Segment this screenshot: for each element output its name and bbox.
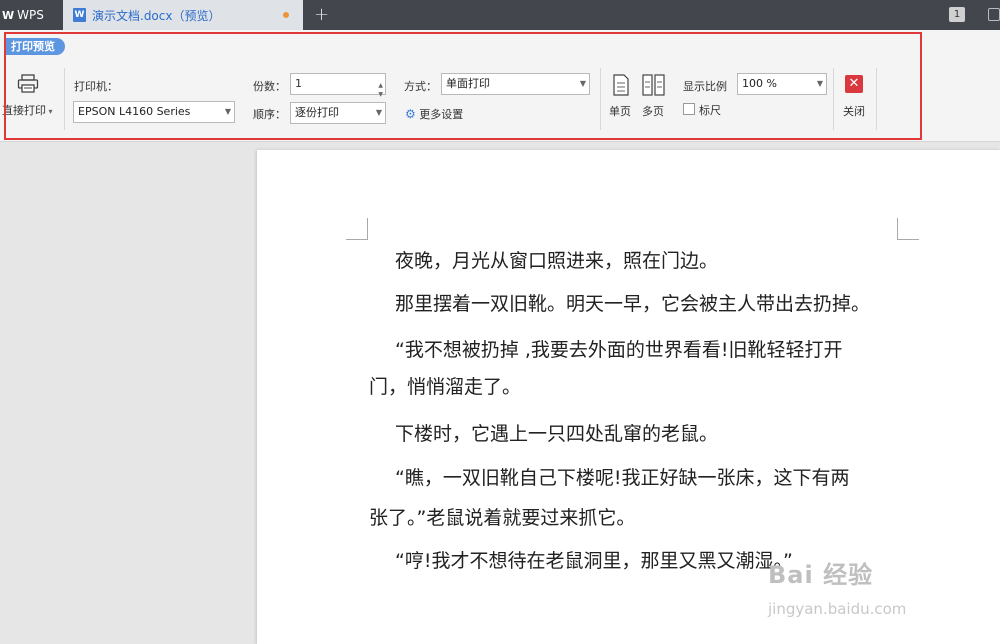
zoom-select[interactable]: 100 % ▼ [737, 73, 827, 95]
ruler-checkbox[interactable] [683, 103, 695, 115]
separator [64, 68, 65, 130]
direct-print-label: 直接打印 [2, 104, 46, 117]
chevron-down-icon: ▼ [579, 79, 586, 88]
printer-value: EPSON L4160 Series [78, 105, 191, 118]
window-count-badge[interactable]: 1 [949, 7, 965, 22]
document-paragraph: 那里摆着一双旧靴。明天一早，它会被主人带出去扔掉。 [395, 293, 871, 315]
printer-label: 打印机： [74, 80, 118, 93]
settings-gear-icon: ⚙ [405, 107, 416, 121]
chevron-down-icon: ▼ [224, 107, 231, 116]
document-paragraph: 门，悄悄溜走了。 [369, 376, 522, 398]
print-preview-label: 打印预览 [5, 38, 65, 55]
copies-stepper[interactable]: 1 ▲ ▼ [290, 73, 386, 98]
separator [876, 68, 877, 130]
method-value: 单面打印 [446, 77, 490, 90]
multi-page-icon[interactable] [642, 74, 666, 99]
multi-page-button[interactable]: 多页 [642, 103, 664, 119]
method-select[interactable]: 单面打印 ▼ [441, 73, 590, 95]
wps-app-tab[interactable]: W WPS [0, 0, 62, 30]
document-paragraph: “瞧，一双旧靴自己下楼呢!我正好缺一张床，这下有两 [395, 467, 850, 489]
order-select[interactable]: 逐份打印 ▼ [290, 102, 386, 124]
baidu-watermark: Bai 经验 [768, 561, 874, 589]
single-page-button[interactable]: 单页 [609, 103, 631, 119]
more-settings-label: 更多设置 [419, 108, 464, 121]
chevron-down-icon: ▼ [375, 108, 382, 117]
unsaved-dot-icon [283, 12, 289, 18]
margin-marker-right [897, 218, 919, 240]
copies-value: 1 [295, 77, 302, 90]
word-doc-icon: W [73, 8, 86, 22]
margin-marker-left [346, 218, 368, 240]
single-page-icon[interactable] [612, 74, 630, 99]
document-tab-title: 演示文档.docx（预览） [92, 8, 221, 23]
document-paragraph: 夜晚，月光从窗口照进来，照在门边。 [395, 250, 719, 272]
chevron-down-icon: ▾ [46, 107, 53, 116]
printer-icon[interactable] [17, 74, 39, 97]
document-paragraph: 张了。”老鼠说着就要过来抓它。 [369, 507, 636, 529]
order-label: 顺序： [253, 108, 286, 121]
wps-app-name: WPS [17, 8, 44, 22]
method-label: 方式： [404, 80, 437, 93]
separator [833, 68, 834, 130]
document-paragraph: “我不想被扔掉 ,我要去外面的世界看看!旧靴轻轻打开 [395, 339, 843, 361]
printer-select[interactable]: EPSON L4160 Series ▼ [73, 101, 235, 123]
zoom-label: 显示比例 [683, 80, 727, 93]
close-button[interactable]: 关闭 [843, 103, 865, 119]
copies-label: 份数： [253, 80, 286, 93]
order-value: 逐份打印 [295, 106, 339, 119]
direct-print-button[interactable]: 直接打印 ▾ [2, 102, 53, 118]
chevron-down-icon: ▼ [816, 79, 823, 88]
ruler-label: 标尺 [699, 104, 721, 117]
more-settings-button[interactable]: ⚙ 更多设置 [405, 106, 463, 122]
document-tab[interactable]: W 演示文档.docx（预览） [63, 0, 303, 30]
title-bar: W WPS W 演示文档.docx（预览） + 1 [0, 0, 1000, 30]
skin-icon[interactable] [988, 8, 1000, 21]
zoom-value: 100 % [742, 77, 777, 90]
watermark-url: jingyan.baidu.com [768, 600, 907, 618]
new-tab-button[interactable]: + [314, 4, 329, 25]
separator [600, 68, 601, 130]
document-paragraph: 下楼时，它遇上一只四处乱窜的老鼠。 [395, 423, 719, 445]
close-icon[interactable]: ✕ [845, 75, 863, 93]
wps-logo-icon: W [2, 8, 15, 22]
